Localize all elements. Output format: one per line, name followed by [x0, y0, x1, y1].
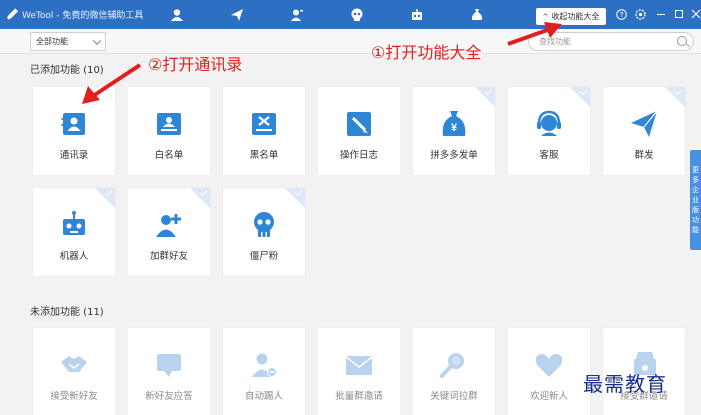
annotation-step2: ②打开通讯录 — [148, 55, 243, 74]
arrow-to-collapse-button — [507, 22, 562, 46]
wetool-window: WeTool - 免费的微信辅助工具 ^ 收起功能大全 ? 全部功能 查找功能 … — [0, 0, 701, 415]
watermark-logo: 最需教育 — [583, 372, 667, 396]
annotation-step1: ①打开功能大全 — [371, 43, 482, 62]
annotation-arrows — [82, 22, 562, 104]
arrow-to-contacts-card — [82, 63, 142, 104]
